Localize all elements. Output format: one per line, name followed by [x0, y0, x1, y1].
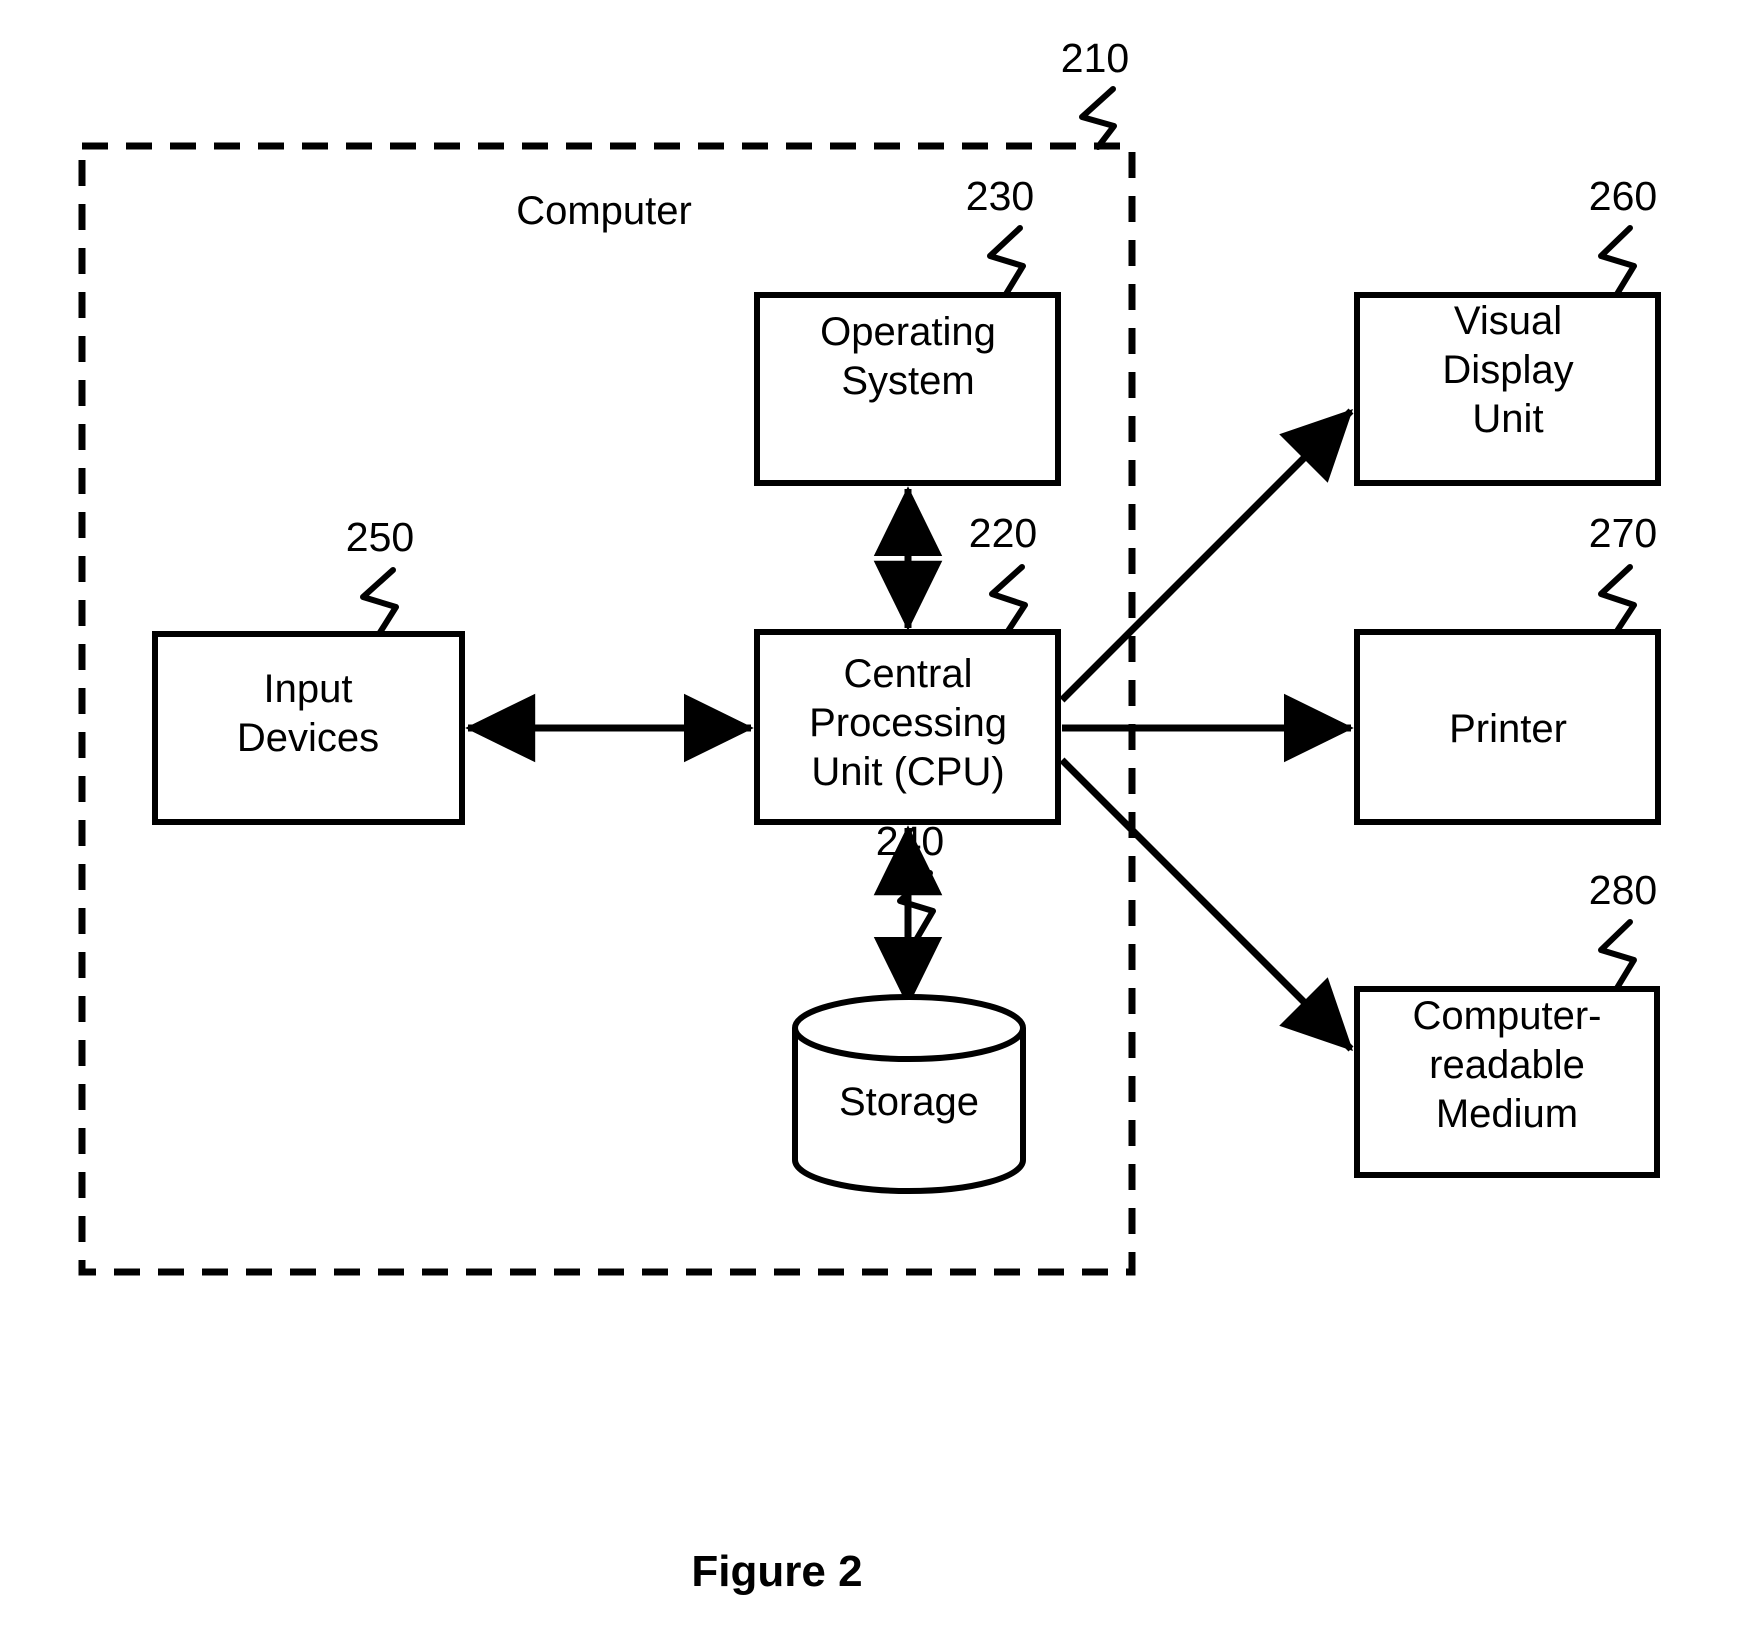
leader-line-280	[1598, 919, 1637, 991]
ref-number-250: 250	[346, 514, 414, 560]
node-central-processing-unit-line-2: Unit (CPU)	[811, 750, 1004, 794]
patent-figure: Operating System Central Processing Unit…	[0, 0, 1755, 1635]
node-central-processing-unit-line-1: Processing	[809, 701, 1007, 745]
figure-caption: Figure 2	[691, 1547, 862, 1596]
computer-boundary-label: Computer	[516, 189, 692, 233]
node-visual-display-unit-line-2: Unit	[1472, 397, 1543, 441]
leader-line-210	[1079, 86, 1117, 150]
leader-line-230	[987, 225, 1026, 297]
ref-number-260: 260	[1589, 173, 1657, 219]
leader-line-250	[360, 567, 399, 637]
node-visual-display-unit-line-1: Display	[1442, 348, 1573, 392]
node-visual-display-unit-line-0: Visual	[1454, 299, 1562, 343]
ref-number-220: 220	[969, 510, 1037, 556]
ref-number-230: 230	[966, 173, 1034, 219]
node-storage-line-0: Storage	[839, 1080, 979, 1124]
storage-cylinder-top	[792, 994, 1026, 1062]
node-input-devices-line-1: Devices	[237, 716, 379, 760]
connector-cpu-visual-display-unit	[1059, 408, 1354, 703]
leader-line-270	[1598, 564, 1637, 634]
ref-number-210: 210	[1061, 35, 1129, 81]
node-operating-system-line-0: Operating	[820, 310, 996, 354]
node-input-devices-line-0: Input	[264, 667, 353, 711]
ref-number-240: 240	[876, 818, 944, 864]
leader-line-220	[989, 564, 1028, 634]
ref-number-280: 280	[1589, 867, 1657, 913]
figure-canvas: Operating System Central Processing Unit…	[78, 35, 1661, 1596]
connector-cpu-computer-readable-medium	[1059, 757, 1354, 1052]
leader-line-260	[1598, 225, 1637, 297]
node-computer-readable-medium-line-2: Medium	[1436, 1092, 1578, 1136]
node-computer-readable-medium-line-0: Computer-	[1413, 994, 1602, 1038]
node-computer-readable-medium-line-1: readable	[1429, 1043, 1585, 1087]
node-printer-line-0: Printer	[1449, 707, 1567, 751]
node-operating-system-line-1: System	[841, 359, 974, 403]
node-central-processing-unit-line-0: Central	[844, 652, 973, 696]
ref-number-270: 270	[1589, 510, 1657, 556]
